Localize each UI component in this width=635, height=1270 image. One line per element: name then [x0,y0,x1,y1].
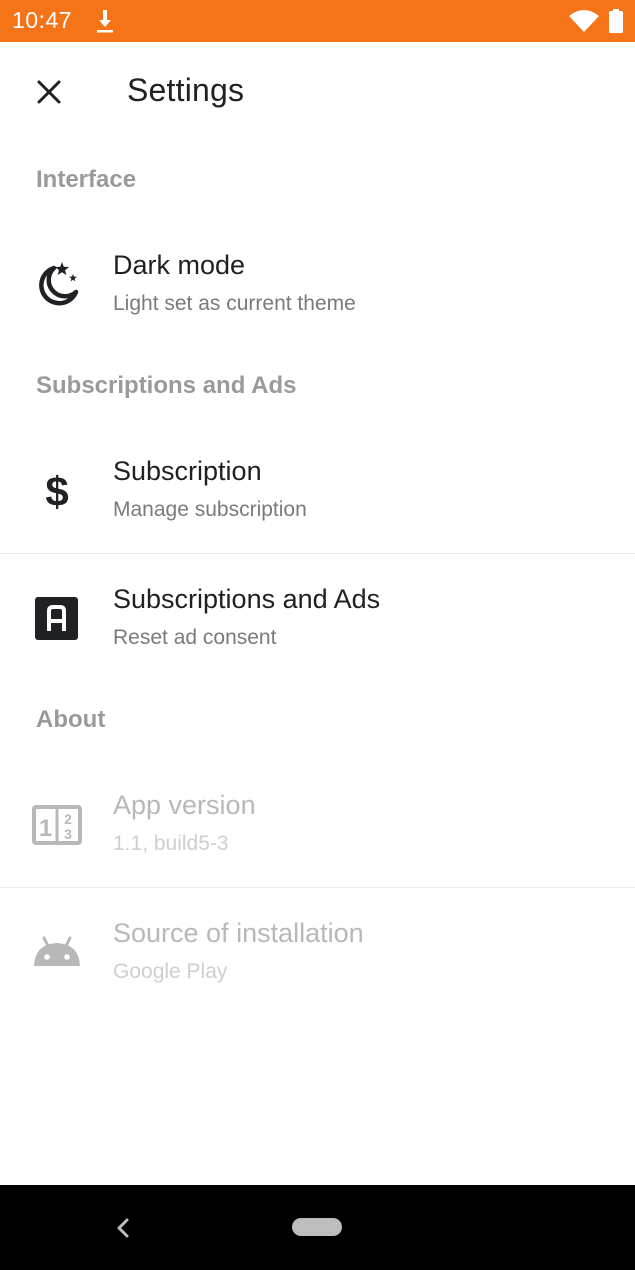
app-version-value: 1.1, build5-3 [113,832,229,855]
ads-title: Subscriptions and Ads [113,584,381,614]
status-bar: 10:47 [0,0,635,42]
subscription-title: Subscription [113,456,262,486]
status-time: 10:47 [12,7,73,33]
back-icon[interactable] [112,1213,134,1243]
install-source-title: Source of installation [113,918,364,948]
subscription-subtitle: Manage subscription [113,498,307,521]
page-title: Settings [127,72,245,108]
app-version-setting: 1 2 3 App version 1.1, build5-3 [0,760,635,888]
reset-ad-consent-setting[interactable]: Subscriptions and Ads Reset ad consent [0,554,635,682]
battery-icon [609,9,623,33]
dark-mode-icon [39,262,79,306]
svg-text:1: 1 [39,815,52,842]
download-icon [97,10,113,33]
home-pill-icon[interactable] [292,1218,342,1236]
install-source-value: Google Play [113,960,228,983]
svg-text:$: $ [45,468,68,515]
install-source-setting: Source of installation Google Play [0,888,635,1016]
dollar-icon: $ [45,468,68,515]
close-icon [37,80,61,104]
wifi-icon [569,10,599,32]
numbers-icon: 1 2 3 [32,805,82,845]
svg-text:3: 3 [64,826,72,842]
close-button[interactable] [24,72,74,114]
navigation-bar [0,1185,635,1270]
section-header-subscriptions: Subscriptions and Ads [36,372,297,399]
app-version-title: App version [113,790,256,820]
svg-text:2: 2 [64,811,72,827]
android-icon [34,936,80,966]
section-header-interface: Interface [36,166,137,193]
dark-mode-title: Dark mode [113,250,246,280]
dark-mode-setting[interactable]: Dark mode Light set as current theme [0,220,635,348]
dark-mode-subtitle: Light set as current theme [113,292,356,315]
app-bar: Settings [0,42,635,144]
section-header-about: About [36,706,106,733]
subscription-setting[interactable]: $ Subscription Manage subscription [0,426,635,554]
ad-icon [35,597,78,640]
ads-subtitle: Reset ad consent [113,626,277,649]
